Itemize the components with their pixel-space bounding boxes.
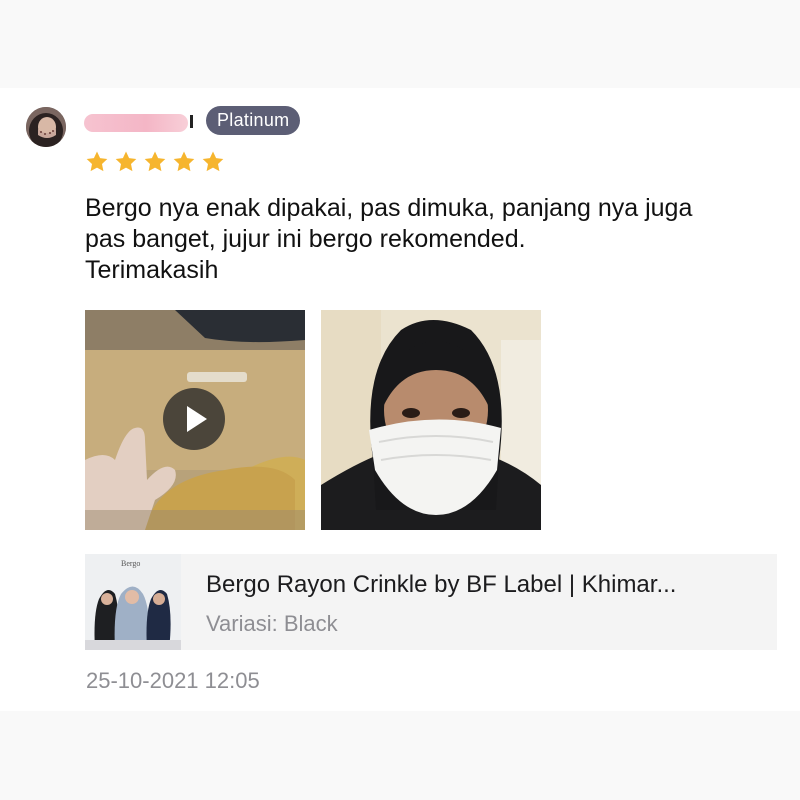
bottom-spacer [0,711,800,800]
top-spacer [0,0,800,88]
review-text-line: Bergo nya enak dipakai, pas dimuka, panj… [85,194,693,222]
play-button[interactable] [163,388,225,450]
membership-badge: Platinum [206,106,301,135]
product-variant-value: Black [283,611,338,636]
product-card[interactable]: Bergo Bergo Rayon Crinkle by BF Label | … [85,554,777,650]
review-text-line: Terimakasih [85,256,219,284]
review-text: Bergo nya enak dipakai, pas dimuka, panj… [85,193,775,286]
username-redacted[interactable] [84,105,194,135]
product-variant: Variasi: Black [206,611,338,637]
star-icon [202,151,224,172]
star-icon [86,151,108,172]
username-redaction-edge [190,115,193,128]
review-photo-thumbnail[interactable] [321,310,541,530]
product-thumb-text: Bergo [121,559,140,568]
star-icon [115,151,137,172]
product-variant-label: Variasi: [206,611,284,636]
review-text-line: pas banget, jujur ini bergo rekomended. [85,225,526,253]
product-thumbnail: Bergo [85,554,181,650]
avatar[interactable] [26,107,66,147]
star-rating [85,150,225,176]
username-redaction-mark [84,114,188,132]
review-video-thumbnail[interactable] [85,310,305,530]
star-icon [144,151,166,172]
product-name: Bergo Rayon Crinkle by BF Label | Khimar… [206,571,677,598]
star-icon [173,151,195,172]
play-icon [187,406,207,432]
review-timestamp: 25-10-2021 12:05 [86,668,260,693]
